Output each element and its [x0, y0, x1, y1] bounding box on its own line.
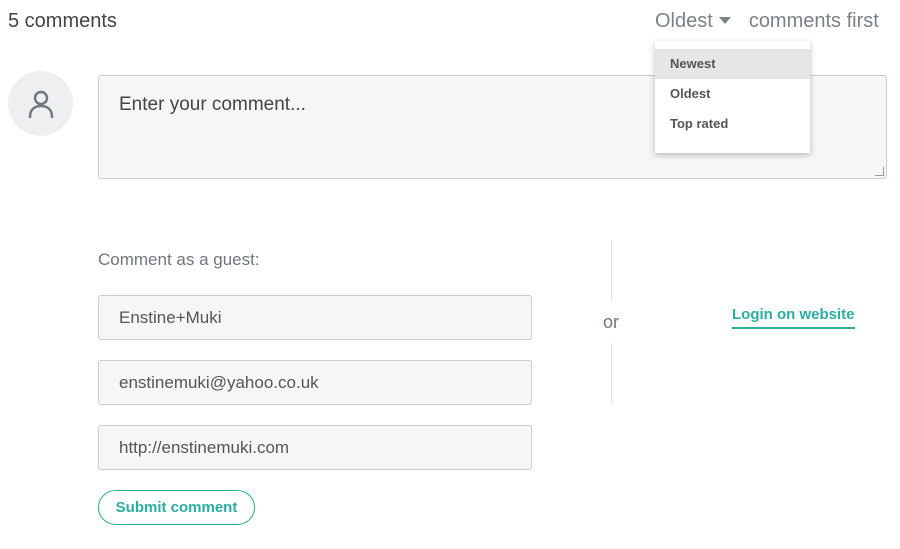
- comments-widget: 5 comments Oldest comments first Newest O…: [0, 0, 900, 549]
- sort-suffix-label: comments first: [748, 10, 879, 32]
- sort-dropdown-menu: Newest Oldest Top rated: [655, 41, 810, 153]
- resize-grip-icon[interactable]: [875, 167, 884, 176]
- comment-placeholder: Enter your comment...: [119, 94, 306, 115]
- guest-form-label: Comment as a guest:: [98, 250, 260, 269]
- email-field-value: enstinemuki@yahoo.co.uk: [119, 373, 319, 392]
- name-field[interactable]: Enstine+Muki: [98, 295, 532, 340]
- sort-selected-label: Oldest: [655, 10, 713, 32]
- name-field-value: Enstine+Muki: [119, 308, 222, 327]
- sort-option-newest[interactable]: Newest: [655, 49, 810, 79]
- sort-control: Oldest comments first: [655, 10, 879, 33]
- avatar: [8, 71, 73, 136]
- divider-top: [611, 240, 612, 301]
- email-field[interactable]: enstinemuki@yahoo.co.uk: [98, 360, 532, 405]
- website-field[interactable]: http://enstinemuki.com: [98, 425, 532, 470]
- sort-dropdown-toggle[interactable]: Oldest: [655, 10, 749, 32]
- website-field-value: http://enstinemuki.com: [119, 438, 290, 457]
- comment-count: 5 comments: [8, 10, 117, 32]
- caret-down-icon: [718, 16, 731, 24]
- login-on-website-link[interactable]: Login on website: [732, 306, 855, 329]
- or-separator: or: [603, 312, 620, 332]
- user-icon: [28, 90, 53, 118]
- sort-option-oldest[interactable]: Oldest: [655, 79, 810, 109]
- submit-comment-button[interactable]: Submit comment: [98, 490, 255, 525]
- sort-option-top-rated[interactable]: Top rated: [655, 109, 810, 139]
- divider-bottom: [611, 343, 612, 403]
